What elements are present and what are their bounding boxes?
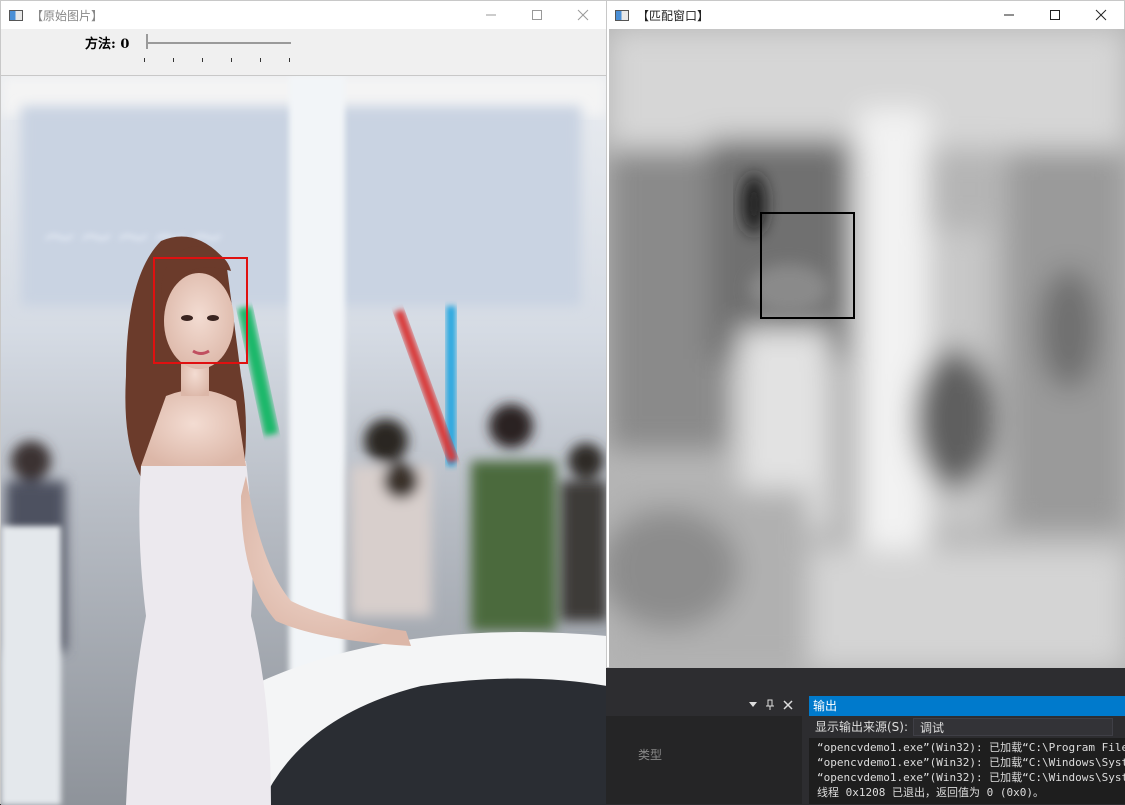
output-log: “opencvdemo1.exe”(Win32): 已加载“C:\Program…	[817, 740, 1125, 800]
close-icon[interactable]	[783, 700, 793, 710]
trackbar-tick	[173, 58, 174, 62]
trackbar-panel: 方法: 0	[1, 29, 607, 76]
output-line: “opencvdemo1.exe”(Win32): 已加载“C:\Program…	[817, 741, 1125, 754]
output-line: “opencvdemo1.exe”(Win32): 已加载“C:\Windows…	[817, 771, 1125, 784]
ide-side-panel-header	[606, 694, 802, 716]
close-button[interactable]	[1078, 1, 1124, 29]
original-image-window: 【原始图片】 方法: 0 ~~~~~	[0, 0, 607, 805]
minimize-button[interactable]	[986, 1, 1032, 29]
match-window-titlebar[interactable]: 【匹配窗口】	[607, 1, 1124, 29]
match-result-image	[609, 29, 1125, 668]
method-trackbar-thumb[interactable]	[146, 34, 148, 49]
window-app-icon	[9, 9, 23, 21]
column-header-type: 类型	[638, 748, 663, 762]
window-app-icon	[615, 9, 629, 21]
output-line: “opencvdemo1.exe”(Win32): 已加载“C:\Windows…	[817, 756, 1125, 769]
close-button[interactable]	[560, 1, 606, 29]
maximize-button[interactable]	[514, 1, 560, 29]
source-photo: ~~~~~	[1, 76, 607, 805]
original-window-title: 【原始图片】	[31, 8, 104, 23]
trackbar-tick	[231, 58, 232, 62]
trackbar-label: 方法: 0	[85, 37, 130, 52]
minimize-icon	[486, 14, 496, 16]
output-panel: 输出 显示输出来源(S): 调试 “opencvdemo1.exe”(Win32…	[809, 696, 1125, 804]
ide-background: 类型 输出 显示输出来源(S): 调试 “opencvdemo1.exe”(Wi…	[606, 668, 1125, 804]
trackbar-tick	[260, 58, 261, 62]
method-trackbar[interactable]	[146, 42, 291, 44]
close-icon	[577, 9, 589, 21]
minimize-button[interactable]	[468, 1, 514, 29]
output-line: 线程 0x1208 已退出，返回值为 0 (0x0)。	[817, 786, 1044, 799]
maximize-button[interactable]	[1032, 1, 1078, 29]
output-panel-title: 输出	[813, 699, 838, 713]
match-window-title: 【匹配窗口】	[637, 8, 710, 23]
maximize-icon	[1050, 10, 1060, 20]
output-source-bar: 显示输出来源(S): 调试	[809, 716, 1125, 738]
original-window-titlebar[interactable]: 【原始图片】	[1, 1, 606, 29]
minimize-icon	[1004, 14, 1014, 16]
trackbar-tick	[202, 58, 203, 62]
output-source-label: 显示输出来源(S):	[815, 720, 909, 734]
ide-side-panel: 类型	[606, 694, 802, 804]
dropdown-arrow-icon[interactable]	[748, 701, 758, 709]
source-photo-image: ~~~~~	[1, 76, 607, 805]
trackbar-tick	[289, 58, 290, 62]
output-panel-header: 输出	[809, 696, 1125, 716]
match-heatmap	[609, 29, 1125, 668]
trackbar-tick	[144, 58, 145, 62]
output-source-select[interactable]: 调试	[913, 718, 1113, 736]
maximize-icon	[532, 10, 542, 20]
pin-icon[interactable]	[765, 699, 775, 711]
close-icon	[1095, 9, 1107, 21]
